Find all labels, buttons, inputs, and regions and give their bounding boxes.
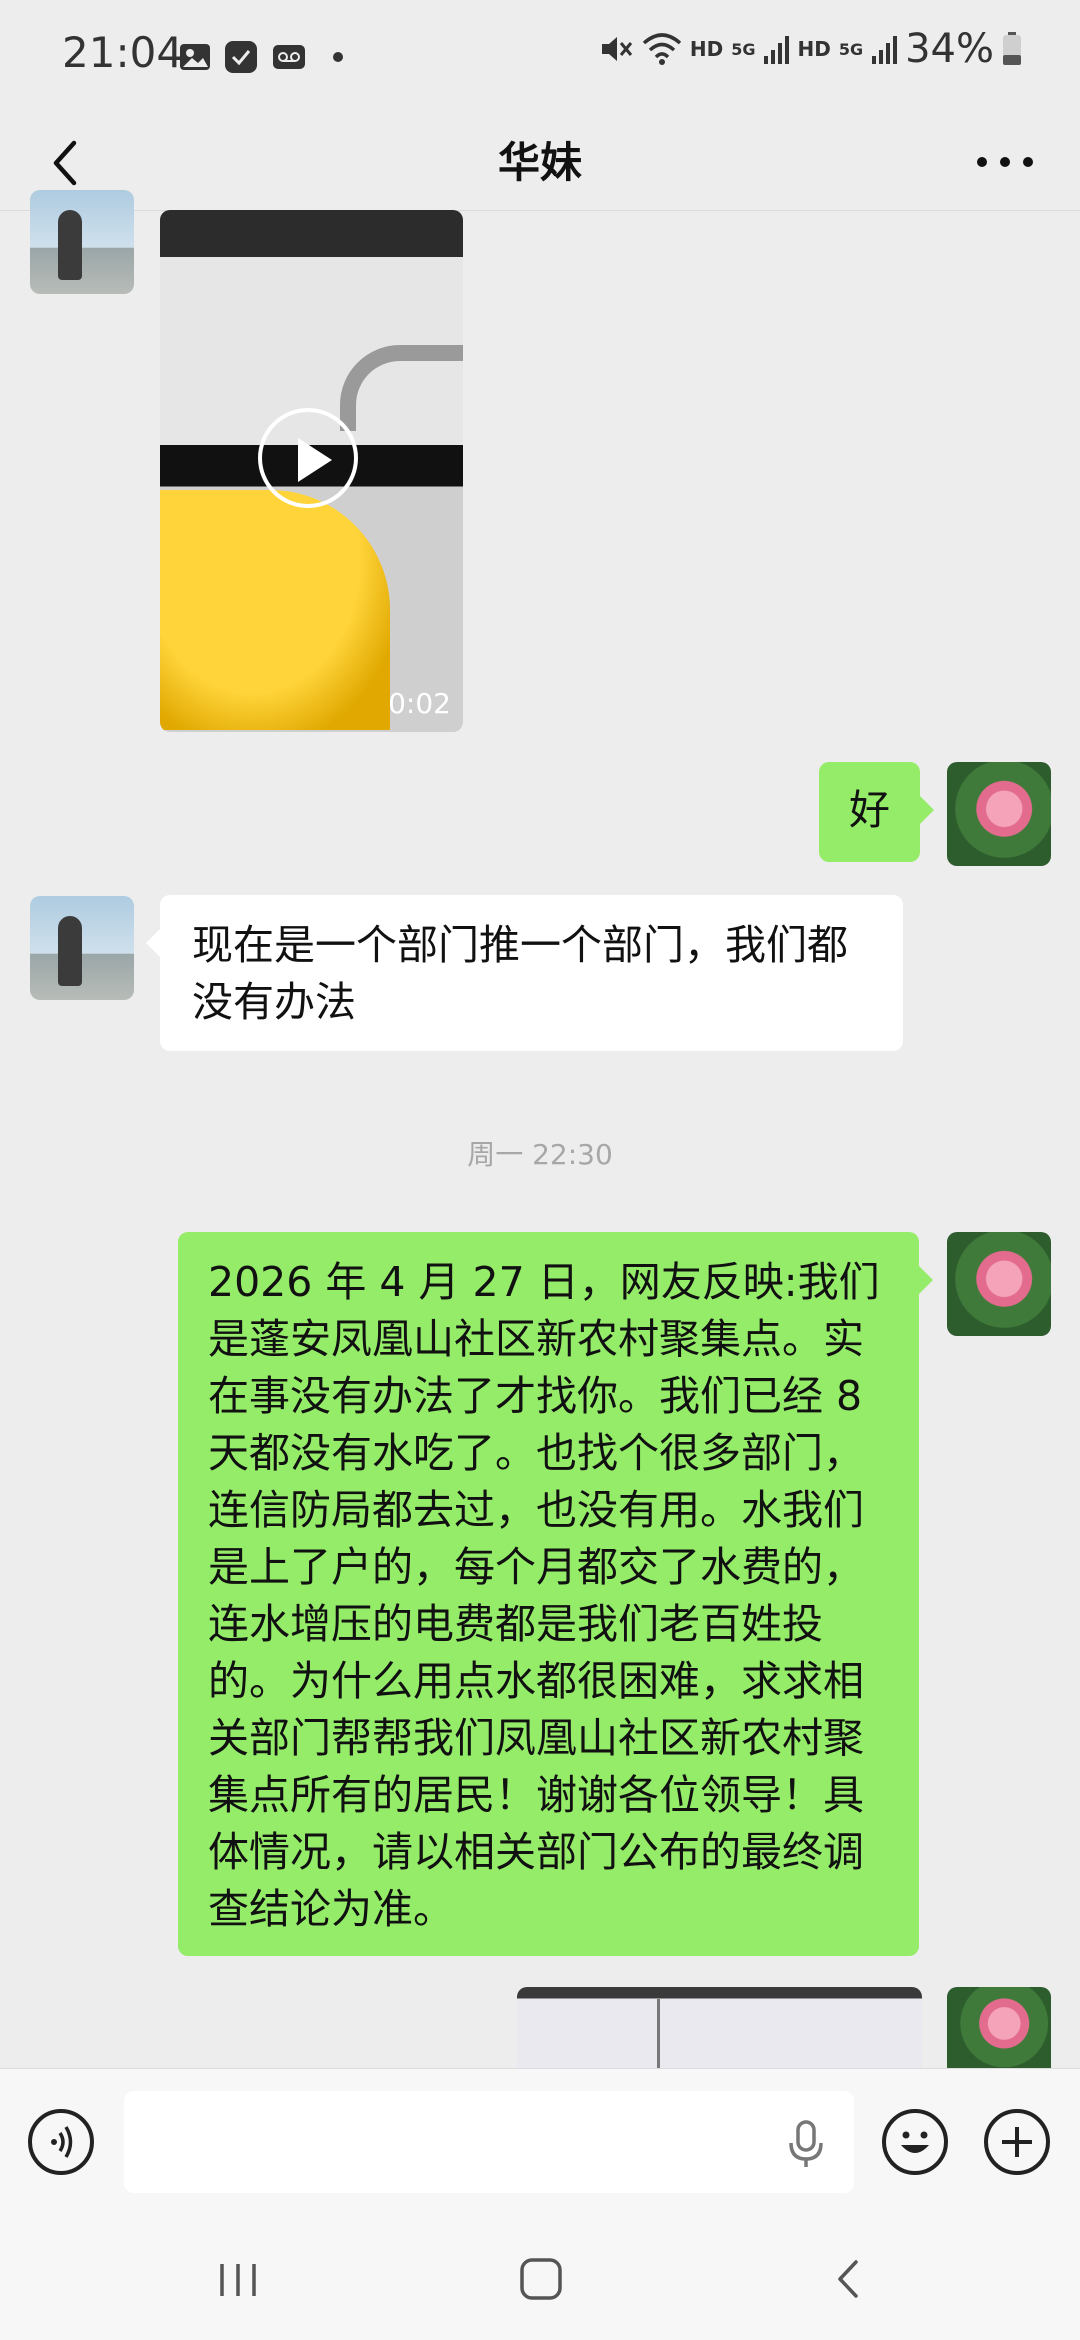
- network-label-1: 5G: [731, 39, 756, 59]
- video-message[interactable]: 0:02: [160, 210, 463, 732]
- recent-apps-icon[interactable]: [216, 2258, 260, 2302]
- input-bar: [0, 2068, 1080, 2219]
- play-icon[interactable]: [258, 408, 358, 508]
- avatar-figure: [58, 916, 82, 986]
- hd-label-1: HD: [689, 37, 724, 61]
- wifi-icon: [642, 33, 682, 65]
- message-bubble-contact[interactable]: 现在是一个部门推一个部门，我们都没有办法: [146, 895, 903, 1051]
- self-avatar[interactable]: [947, 1987, 1051, 2068]
- gallery-icon: [180, 44, 210, 70]
- self-avatar[interactable]: [947, 1232, 1051, 1336]
- battery-icon: [1003, 32, 1021, 65]
- video-thumbnail-faucet: [340, 345, 463, 431]
- message-timestamp: 周一 22:30: [467, 1138, 613, 1171]
- contact-avatar[interactable]: [30, 896, 134, 1000]
- signal-icon: [764, 36, 790, 64]
- self-avatar[interactable]: [947, 762, 1051, 866]
- more-options-icon[interactable]: [970, 137, 1040, 187]
- plus-icon[interactable]: [984, 2109, 1050, 2175]
- voice-icon[interactable]: [28, 2109, 94, 2175]
- image-message[interactable]: [517, 1987, 922, 2068]
- chat-header: 华妹: [0, 115, 1080, 211]
- status-time: 21:04: [62, 28, 184, 77]
- video-duration: 0:02: [388, 687, 451, 720]
- mute-icon: [601, 37, 633, 61]
- voicemail-icon: [273, 45, 305, 69]
- dot-icon: [333, 52, 343, 62]
- emoji-icon[interactable]: [882, 2109, 948, 2175]
- status-bar: 21:04 HD 5G HD 5G 34%: [0, 0, 1080, 115]
- video-thumbnail-bucket: [160, 490, 390, 730]
- microphone-icon[interactable]: [784, 2119, 828, 2169]
- home-icon[interactable]: [518, 2256, 564, 2302]
- checkmark-app-icon: [225, 41, 257, 73]
- network-label-2: 5G: [838, 39, 864, 59]
- chat-title: 华妹: [497, 138, 582, 187]
- message-bubble-self[interactable]: 好: [819, 762, 934, 862]
- contact-avatar[interactable]: [30, 190, 134, 294]
- avatar-figure: [58, 210, 82, 280]
- status-right: HD 5G HD 5G 34%: [598, 26, 1022, 72]
- message-input[interactable]: [124, 2091, 854, 2193]
- system-nav-bar: [0, 2218, 1080, 2340]
- battery-percent: 34%: [905, 26, 994, 72]
- signal-icon: [872, 36, 898, 64]
- image-thumbnail-line: [657, 1999, 660, 2068]
- hd-label-2: HD: [797, 37, 831, 61]
- back-icon[interactable]: [826, 2256, 872, 2302]
- message-bubble-self[interactable]: 2026 年 4 月 27 日，网友反映:我们是蓬安凤凰山社区新农村聚集点。实在…: [178, 1232, 933, 1956]
